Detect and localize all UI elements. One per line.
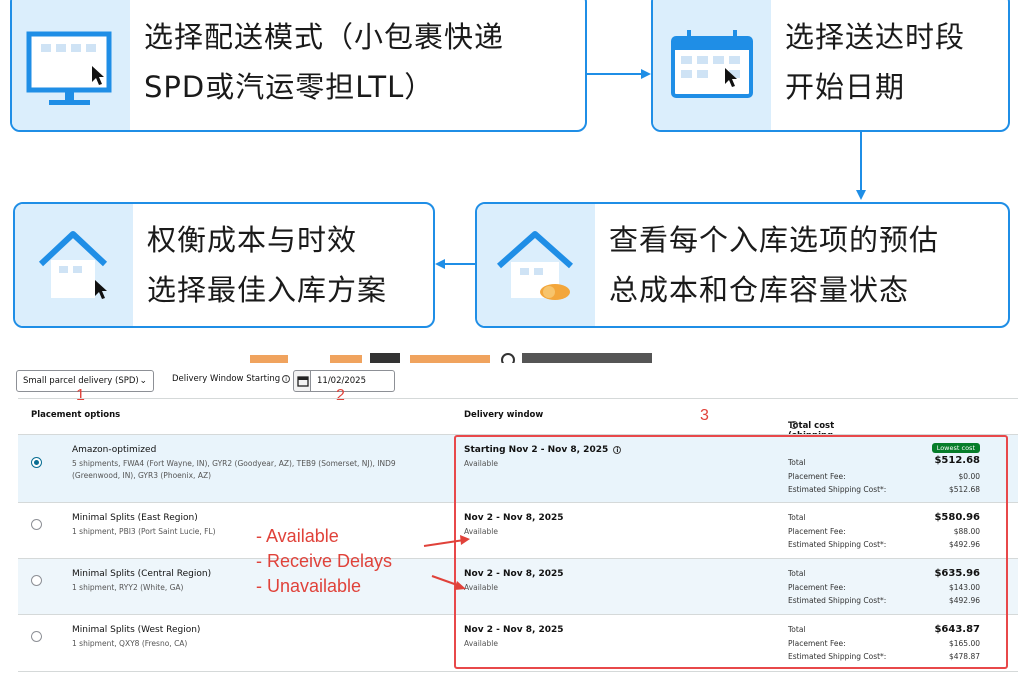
table-header: Placement options Delivery window Total …: [18, 398, 1018, 451]
delivery-window-label-text: Delivery Window Starting: [172, 374, 281, 384]
chevron-down-icon: ⌄: [139, 376, 147, 386]
house-cursor-icon: [15, 204, 133, 326]
annotation-status-list: - Available - Receive Delays - Unavailab…: [256, 524, 392, 599]
step-line: SPD或汽运零担LTL）: [144, 70, 435, 104]
step-line: 选择送达时段: [785, 20, 966, 54]
placement-desc: 5 shipments, FWA4 (Fort Wayne, IN), GYR2…: [72, 459, 396, 480]
flow-step-select-window: 选择送达时段 开始日期: [651, 0, 1010, 132]
arrow-right-icon: [587, 69, 651, 79]
radio-west-region[interactable]: [31, 631, 42, 642]
step-line: 选择配送模式（小包裹快递: [144, 20, 505, 54]
annotation-arrow-icon: [423, 535, 470, 590]
step-line: 总成本和仓库容量状态: [609, 273, 910, 307]
delivery-date-input[interactable]: 11/02/2025: [311, 370, 395, 392]
delivery-window-label: Delivery Window Starting i: [172, 374, 291, 384]
header-placement: Placement options: [31, 410, 121, 420]
header-delivery-window: Delivery window: [464, 410, 544, 420]
step-line: 查看每个入库选项的预估: [609, 223, 940, 257]
placement-name: Amazon-optimized: [72, 445, 157, 455]
flow-step-choose-plan: 权衡成本与时效 选择最佳入库方案: [13, 202, 435, 328]
annotation-item: - Unavailable: [256, 576, 362, 596]
info-icon[interactable]: i: [282, 375, 291, 383]
placement-desc: 1 shipment, QXY8 (Fresno, CA): [72, 639, 188, 648]
arrow-down-icon: [856, 132, 866, 200]
delivery-mode-select[interactable]: Small parcel delivery (SPD) ⌄: [16, 370, 154, 392]
calendar-icon: [297, 376, 309, 387]
radio-east-region[interactable]: [31, 519, 42, 530]
step-line: 开始日期: [785, 70, 906, 104]
delivery-mode-value: Small parcel delivery (SPD): [23, 376, 139, 386]
house-coins-icon: [477, 204, 595, 326]
placement-name: Minimal Splits (Central Region): [72, 569, 212, 579]
calendar-cursor-icon: [653, 0, 771, 130]
flow-step-review-costs: 查看每个入库选项的预估 总成本和仓库容量状态: [475, 202, 1010, 328]
calendar-button[interactable]: [293, 370, 311, 392]
step-line: 选择最佳入库方案: [147, 273, 388, 307]
annotation-highlight-box: [454, 435, 1008, 669]
cropped-header-fragment: [250, 353, 652, 363]
annotation-item: - Receive Delays: [256, 551, 393, 571]
monitor-cursor-icon: [12, 0, 130, 130]
info-icon[interactable]: i: [790, 421, 798, 429]
flow-step-select-mode: 选择配送模式（小包裹快递 SPD或汽运零担LTL）: [10, 0, 587, 132]
annotation-item: - Available: [256, 526, 339, 546]
step-line: 权衡成本与时效: [147, 223, 358, 257]
placement-name: Minimal Splits (West Region): [72, 625, 201, 635]
arrow-left-icon: [435, 259, 477, 269]
placement-name: Minimal Splits (East Region): [72, 513, 198, 523]
placement-controls: Small parcel delivery (SPD) ⌄ Delivery W…: [0, 368, 1018, 396]
radio-central-region[interactable]: [31, 575, 42, 586]
radio-amazon-optimized[interactable]: [31, 457, 42, 468]
